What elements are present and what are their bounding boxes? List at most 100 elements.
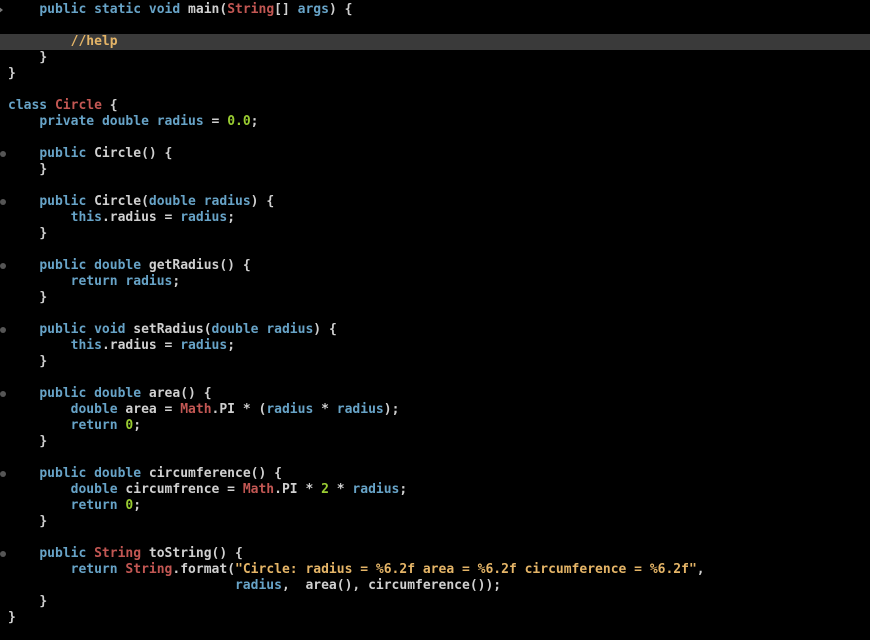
token-pn: ( (219, 2, 227, 17)
code-content[interactable]: class Circle { (8, 98, 870, 114)
code-content[interactable]: } (8, 290, 870, 306)
code-content[interactable]: } (8, 354, 870, 370)
token-pn: * (313, 402, 336, 417)
code-content[interactable]: } (8, 66, 870, 82)
fold-marker-icon[interactable] (0, 199, 6, 205)
indent (8, 194, 39, 209)
code-line[interactable]: } (0, 594, 870, 610)
code-content[interactable]: public double getRadius() { (8, 258, 870, 274)
code-line[interactable] (0, 370, 870, 386)
code-line[interactable] (0, 530, 870, 546)
fold-marker-icon[interactable] (0, 551, 6, 557)
token-pn: ) { (329, 2, 352, 17)
code-line[interactable]: return String.format("Circle: radius = %… (0, 562, 870, 578)
code-line[interactable]: this.radius = radius; (0, 338, 870, 354)
code-line[interactable]: return radius; (0, 274, 870, 290)
code-content[interactable]: public Circle() { (8, 146, 870, 162)
token-pn: = (157, 338, 180, 353)
code-content[interactable]: } (8, 50, 870, 66)
code-content[interactable]: //help (8, 34, 870, 50)
code-content[interactable]: public double area() { (8, 386, 870, 402)
token-pn: } (8, 66, 16, 81)
code-content[interactable]: return 0; (8, 498, 870, 514)
token-kw: public (39, 194, 94, 209)
code-line[interactable]: return 0; (0, 418, 870, 434)
indent (8, 290, 39, 305)
token-pn: ; (251, 114, 259, 129)
code-content[interactable]: this.radius = radius; (8, 210, 870, 226)
code-content[interactable]: } (8, 226, 870, 242)
code-content[interactable]: } (8, 434, 870, 450)
code-line[interactable] (0, 130, 870, 146)
code-line[interactable]: public static void main(String[] args) { (0, 2, 870, 18)
code-line[interactable]: public double area() { (0, 386, 870, 402)
code-content[interactable]: public static void main(String[] args) { (8, 2, 870, 18)
code-line[interactable]: this.radius = radius; (0, 210, 870, 226)
code-line[interactable]: return 0; (0, 498, 870, 514)
fold-marker-icon[interactable] (0, 391, 6, 397)
code-line[interactable] (0, 82, 870, 98)
token-kw: public (39, 386, 94, 401)
code-content[interactable]: } (8, 594, 870, 610)
fold-arrow-icon[interactable] (0, 6, 3, 14)
code-line[interactable]: public Circle() { (0, 146, 870, 162)
token-pn: ; (227, 210, 235, 225)
code-line[interactable]: class Circle { (0, 98, 870, 114)
fold-marker-icon[interactable] (0, 151, 6, 157)
code-line[interactable]: } (0, 514, 870, 530)
code-line[interactable]: private double radius = 0.0; (0, 114, 870, 130)
code-line[interactable]: } (0, 434, 870, 450)
token-kw: void (94, 322, 133, 337)
indent (8, 210, 71, 225)
code-content[interactable]: public void setRadius(double radius) { (8, 322, 870, 338)
token-kw: void (149, 2, 188, 17)
code-line[interactable] (0, 242, 870, 258)
code-line[interactable]: } (0, 290, 870, 306)
code-line[interactable] (0, 450, 870, 466)
code-content[interactable]: private double radius = 0.0; (8, 114, 870, 130)
token-id: PI (219, 402, 235, 417)
code-content[interactable]: this.radius = radius; (8, 338, 870, 354)
code-line[interactable]: } (0, 66, 870, 82)
token-pn: } (39, 162, 47, 177)
fold-marker-icon[interactable] (0, 263, 6, 269)
code-line[interactable]: public String toString() { (0, 546, 870, 562)
token-type: Circle (55, 98, 102, 113)
fold-marker-icon[interactable] (0, 327, 6, 333)
code-line[interactable]: radius, area(), circumference()); (0, 578, 870, 594)
fold-marker-icon[interactable] (0, 471, 6, 477)
code-line[interactable]: public double circumference() { (0, 466, 870, 482)
code-content[interactable]: public Circle(double radius) { (8, 194, 870, 210)
code-line[interactable]: } (0, 354, 870, 370)
code-line[interactable]: public double getRadius() { (0, 258, 870, 274)
token-kw: return (71, 418, 126, 433)
code-line[interactable] (0, 18, 870, 34)
code-line[interactable]: } (0, 162, 870, 178)
code-line[interactable]: } (0, 226, 870, 242)
code-content[interactable]: radius, area(), circumference()); (8, 578, 870, 594)
code-line[interactable] (0, 178, 870, 194)
code-content[interactable]: double circumfrence = Math.PI * 2 * radi… (8, 482, 870, 498)
code-line[interactable] (0, 306, 870, 322)
code-line[interactable]: public void setRadius(double radius) { (0, 322, 870, 338)
code-content[interactable]: public String toString() { (8, 546, 870, 562)
code-line[interactable]: double area = Math.PI * (radius * radius… (0, 402, 870, 418)
code-line[interactable]: double circumfrence = Math.PI * 2 * radi… (0, 482, 870, 498)
token-pn: ( (141, 194, 149, 209)
code-content[interactable]: return String.format("Circle: radius = %… (8, 562, 870, 578)
token-pn: } (39, 290, 47, 305)
code-line[interactable]: public Circle(double radius) { (0, 194, 870, 210)
code-content[interactable]: return radius; (8, 274, 870, 290)
code-editor[interactable]: public static void main(String[] args) {… (0, 0, 870, 626)
code-line[interactable]: } (0, 610, 870, 626)
code-content[interactable]: } (8, 514, 870, 530)
code-content[interactable]: } (8, 610, 870, 626)
code-content[interactable]: double area = Math.PI * (radius * radius… (8, 402, 870, 418)
code-line[interactable]: //help (0, 34, 870, 50)
token-pn: , (697, 562, 705, 577)
code-content[interactable]: return 0; (8, 418, 870, 434)
code-content[interactable]: } (8, 162, 870, 178)
code-line[interactable]: } (0, 50, 870, 66)
token-var: radius (125, 274, 172, 289)
code-content[interactable]: public double circumference() { (8, 466, 870, 482)
